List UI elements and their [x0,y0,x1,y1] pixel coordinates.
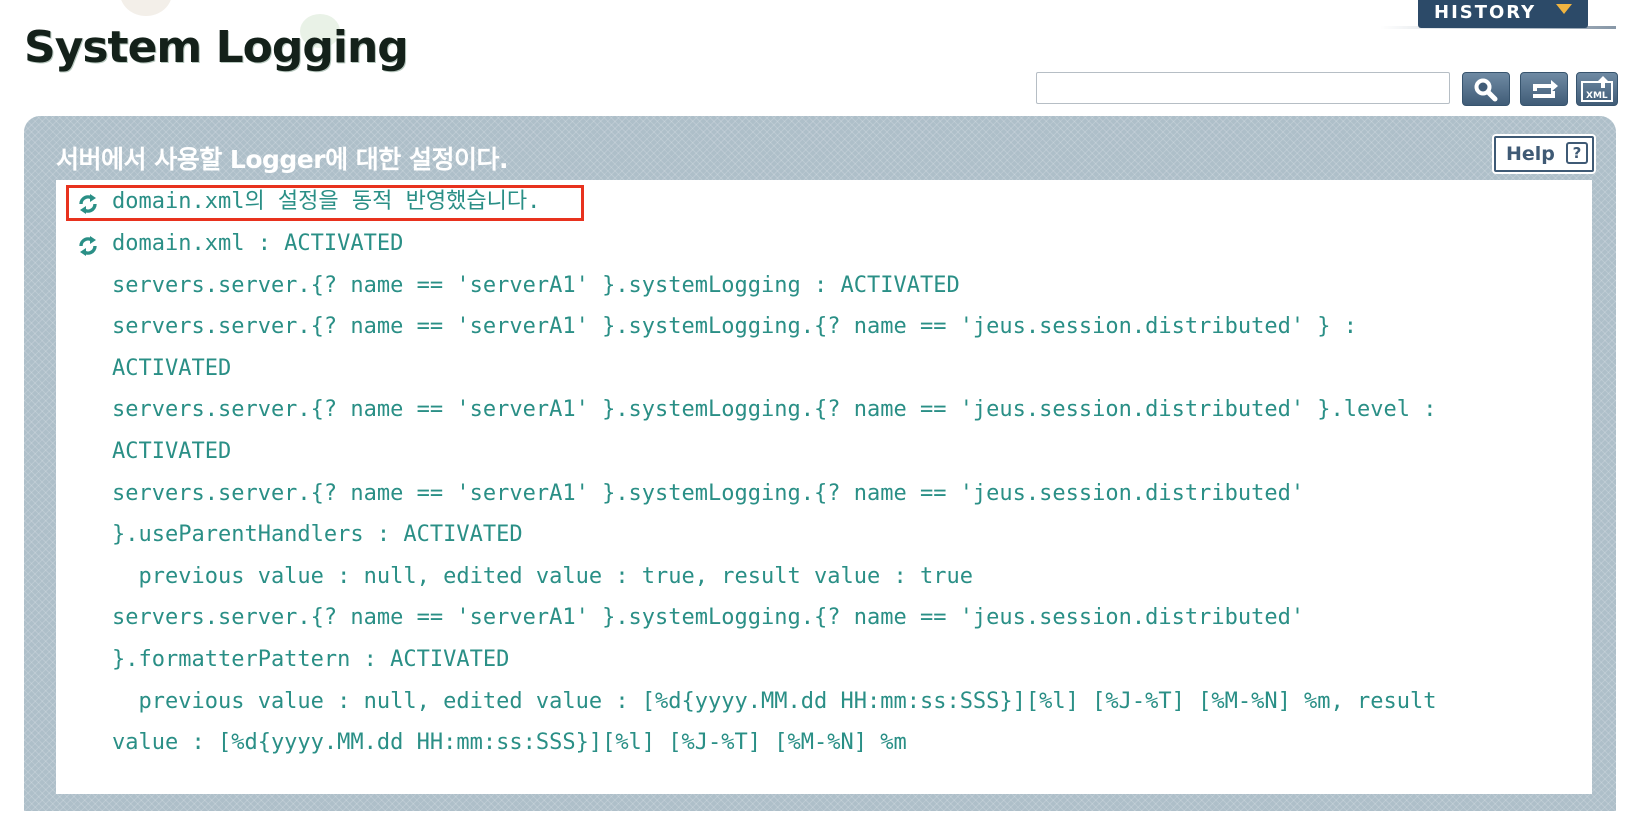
sync-icon [79,236,97,256]
refresh-button[interactable] [1520,72,1568,106]
message-text: previous value : null, edited value : [%… [112,689,1437,714]
message-text: servers.server.{? name == 'serverA1' }.s… [112,314,1358,339]
xml-export-button[interactable]: XML [1576,72,1618,106]
message-text: ACTIVATED [112,439,232,464]
message-text: }.useParentHandlers : ACTIVATED [112,522,523,547]
message-text: previous value : null, edited value : tr… [112,564,973,589]
history-tab-label: HISTORY [1434,2,1537,23]
message-text: ACTIVATED [112,356,232,381]
history-tab[interactable]: HISTORY [1418,0,1588,28]
magnifier-icon [1474,78,1498,102]
result-messages: domain.xml의 설정을 동적 반영했습니다. domain.xml : … [56,180,1592,794]
logging-panel: 서버에서 사용할 Logger에 대한 설정이다. Help ? domain.… [24,116,1616,811]
message-text: servers.server.{? name == 'serverA1' }.s… [112,481,1305,506]
message-text: servers.server.{? name == 'serverA1' }.s… [112,397,1437,422]
chevron-down-icon [1556,4,1572,14]
sync-icon [79,194,97,214]
help-button[interactable]: Help ? [1494,136,1594,172]
applied-message-text: domain.xml의 설정을 동적 반영했습니다. [112,189,541,214]
message-text: domain.xml : ACTIVATED [112,231,404,256]
message-text: servers.server.{? name == 'serverA1' }.s… [112,605,1305,630]
panel-description: 서버에서 사용할 Logger에 대한 설정이다. [56,145,509,174]
message-text: servers.server.{? name == 'serverA1' }.s… [112,273,960,298]
refresh-icon [1533,80,1558,98]
message-line: value : [%d{yyyy.MM.dd HH:mm:ss:SSS}][%l… [56,729,907,794]
search-button[interactable] [1462,72,1510,106]
search-input[interactable] [1036,72,1450,104]
xml-label: XML [1586,91,1608,101]
message-text: }.formatterPattern : ACTIVATED [112,647,510,672]
decorative-circle [120,0,172,16]
message-text: value : [%d{yyyy.MM.dd HH:mm:ss:SSS}][%l… [112,730,907,755]
xml-export-icon: XML [1581,76,1613,102]
help-label: Help [1506,143,1555,165]
page-title: System Logging [24,22,409,73]
system-logging-page: System Logging HISTORY XML 서버에서 사용할 Logg… [0,0,1630,826]
help-icon: ? [1566,142,1588,164]
